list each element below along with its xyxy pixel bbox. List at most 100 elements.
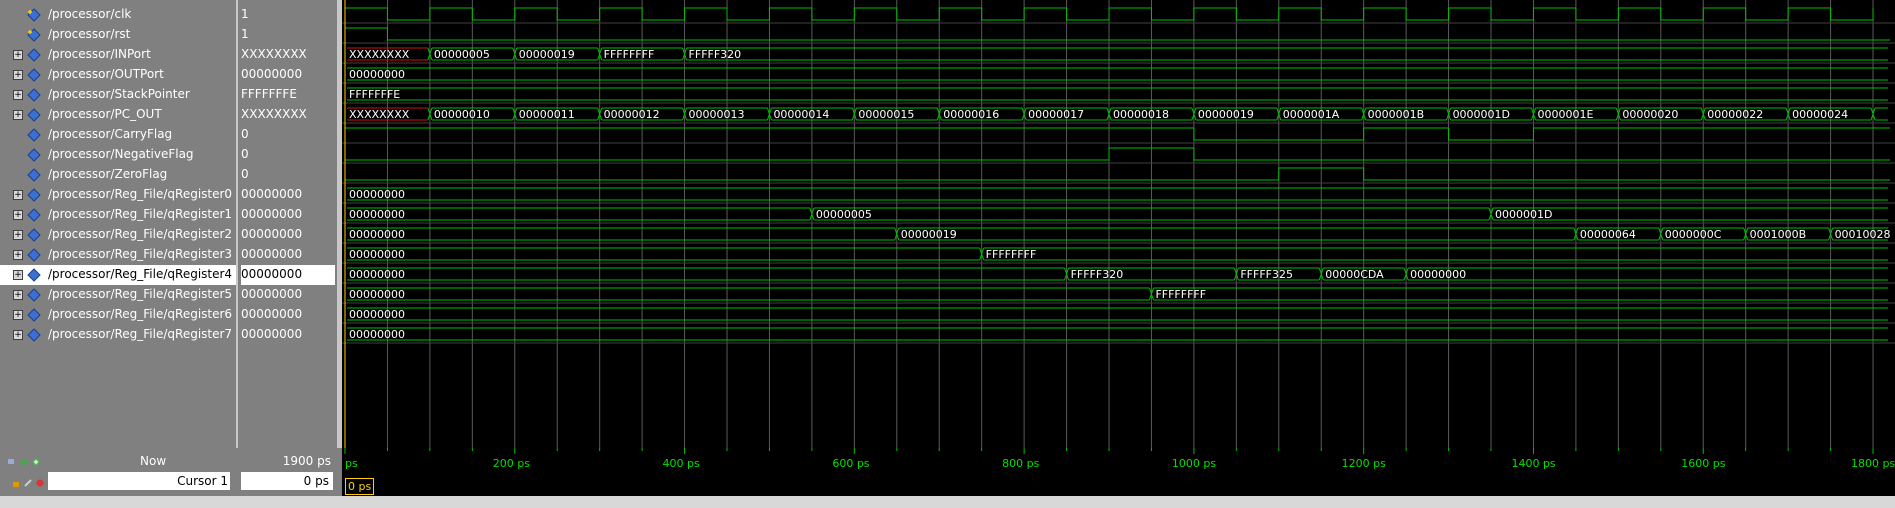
expand-icon[interactable]: + — [13, 190, 23, 200]
signal-name: /processor/Reg_File/qRegister3 — [48, 247, 233, 261]
expand-icon[interactable]: + — [13, 70, 23, 80]
signal-row[interactable]: /processor/NegativeFlag — [0, 145, 236, 165]
signal-value-cell[interactable]: XXXXXXXX — [241, 45, 335, 65]
signal-value-cell[interactable]: 0 — [241, 125, 335, 145]
cursor-bar[interactable] — [342, 470, 1895, 496]
signal-row[interactable]: + /processor/Reg_File/qRegister0 — [0, 185, 236, 205]
signal-value-cell[interactable]: 00000000 — [241, 325, 335, 345]
signal-value-cell[interactable]: 1 — [241, 25, 335, 45]
horizontal-scrollbar[interactable] — [0, 496, 1895, 508]
signal-value-cell[interactable]: 00000000 — [241, 305, 335, 325]
axis-tick-label: 800 ps — [1002, 457, 1039, 470]
cursor-value-field[interactable]: 0 ps — [241, 472, 333, 490]
bus-value-label: 0000001A — [1283, 108, 1340, 121]
bus-segment — [347, 287, 1150, 301]
bus-value-label: 00000005 — [434, 48, 490, 61]
delete-cursor-icon[interactable] — [36, 476, 44, 487]
signal-value: 00000000 — [241, 227, 303, 241]
bus-value-label: FFFFFFFF — [986, 248, 1037, 261]
bus-segment — [347, 187, 1888, 201]
signal-value-cell[interactable]: 00000000 — [241, 245, 335, 265]
signal-value-cell[interactable]: 0 — [241, 145, 335, 165]
signal-row[interactable]: + /processor/Reg_File/qRegister5 — [0, 285, 236, 305]
signal-row[interactable]: /processor/rst — [0, 25, 236, 45]
signal-row[interactable]: /processor/CarryFlag — [0, 125, 236, 145]
signal-name: /processor/Reg_File/qRegister2 — [48, 227, 233, 241]
signal-row[interactable]: /processor/clk — [0, 5, 236, 25]
signal-value-cell[interactable]: 00000000 — [241, 225, 335, 245]
expand-icon[interactable]: + — [13, 90, 23, 100]
expand-icon[interactable]: + — [13, 270, 23, 280]
bit-waveform — [345, 147, 1890, 161]
bus-value-label: 00000000 — [349, 308, 405, 321]
bus-segment — [1403, 267, 1888, 281]
cursor-time-tag[interactable]: 0 ps — [345, 478, 375, 495]
signal-row[interactable]: + /processor/PC_OUT — [0, 105, 236, 125]
signal-name: /processor/NegativeFlag — [48, 147, 194, 161]
bus-value-label: 0000001E — [1537, 108, 1593, 121]
expand-icon[interactable]: + — [13, 210, 23, 220]
signal-value-cell[interactable]: 00000000 — [241, 185, 335, 205]
signal-value: XXXXXXXX — [241, 107, 307, 121]
expand-icon[interactable]: + — [13, 290, 23, 300]
signal-value-cell[interactable]: 1 — [241, 5, 335, 25]
signal-row[interactable]: + /processor/Reg_File/qRegister7 — [0, 325, 236, 345]
signal-name: /processor/Reg_File/qRegister4 — [48, 267, 233, 281]
expand-icon[interactable]: + — [13, 50, 23, 60]
bus-segment — [347, 87, 1888, 101]
bus-value-label: 0000001B — [1368, 108, 1425, 121]
signal-value-cell[interactable]: 00000000 — [241, 205, 335, 225]
bus-value-label: 00000013 — [689, 108, 745, 121]
signal-value-cell[interactable]: FFFFFFFE — [241, 85, 335, 105]
signal-row[interactable]: + /processor/OUTPort — [0, 65, 236, 85]
expand-icon[interactable]: + — [13, 330, 23, 340]
pencil-icon[interactable] — [24, 476, 32, 487]
bit-waveform — [345, 27, 1890, 41]
axis-tick-label: 1600 ps — [1681, 457, 1725, 470]
bus-value-label: 00000064 — [1580, 228, 1636, 241]
bus-value-label: 00000005 — [816, 208, 872, 221]
signal-name: /processor/CarryFlag — [48, 127, 173, 141]
signal-value-cell[interactable]: 00000000 — [241, 285, 335, 305]
bus-segment — [682, 47, 1888, 61]
signal-row[interactable]: + /processor/Reg_File/qRegister2 — [0, 225, 236, 245]
signal-row[interactable]: + /processor/StackPointer — [0, 85, 236, 105]
bus-value-label: 00000014 — [773, 108, 829, 121]
bus-value-label: FFFFF325 — [1240, 268, 1293, 281]
signal-value: 00000000 — [241, 267, 303, 281]
signal-name: /processor/StackPointer — [48, 87, 190, 101]
add-icon[interactable] — [32, 455, 40, 465]
signal-diamond-icon — [27, 208, 41, 222]
pane-splitter[interactable] — [236, 0, 238, 448]
signal-diamond-icon — [27, 308, 41, 322]
wave-toolbar-icon[interactable] — [8, 455, 16, 464]
bus-segment — [347, 267, 1065, 281]
waveform-pane[interactable]: XXXXXXXX 00000005 00000019 FFFFFFFF FFFFF320… — [342, 0, 1895, 448]
bus-value-label: FFFFFFFE — [349, 88, 400, 101]
zoom-icon[interactable] — [20, 455, 28, 465]
bus-value-label: 00000000 — [349, 328, 405, 341]
signal-row[interactable]: + /processor/Reg_File/qRegister1 — [0, 205, 236, 225]
signal-value-cell[interactable]: 0 — [241, 165, 335, 185]
waveform-canvas[interactable]: XXXXXXXX 00000005 00000019 FFFFFFFF FFFFF320… — [342, 0, 1895, 448]
signal-value: 1 — [241, 7, 249, 21]
signal-value-cell[interactable]: 00000000 — [241, 265, 335, 285]
expand-icon[interactable]: + — [13, 310, 23, 320]
signal-row[interactable]: /processor/ZeroFlag — [0, 165, 236, 185]
signal-diamond-icon — [27, 148, 41, 162]
signal-diamond-icon — [27, 248, 41, 262]
bus-value-label: 00000019 — [519, 48, 575, 61]
signal-row[interactable]: + /processor/Reg_File/qRegister6 — [0, 305, 236, 325]
signal-value-cell[interactable]: XXXXXXXX — [241, 105, 335, 125]
lock-icon[interactable] — [12, 476, 20, 487]
signal-row[interactable]: + /processor/INPort — [0, 45, 236, 65]
signal-row[interactable]: + /processor/Reg_File/qRegister4 — [0, 265, 236, 285]
signal-diamond-icon — [27, 28, 41, 42]
bus-value-label: 0000000C — [1665, 228, 1722, 241]
expand-icon[interactable]: + — [13, 110, 23, 120]
signal-value: 00000000 — [241, 187, 303, 201]
expand-icon[interactable]: + — [13, 230, 23, 240]
signal-row[interactable]: + /processor/Reg_File/qRegister3 — [0, 245, 236, 265]
signal-value-cell[interactable]: 00000000 — [241, 65, 335, 85]
expand-icon[interactable]: + — [13, 250, 23, 260]
